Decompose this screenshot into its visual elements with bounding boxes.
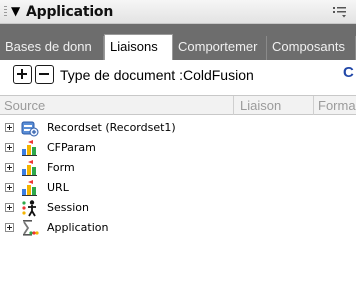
tree-row-form[interactable]: Form: [0, 158, 356, 178]
tab-composants[interactable]: Composants: [267, 36, 356, 60]
panel-options-icon[interactable]: [333, 6, 347, 18]
cfparam-icon: [22, 140, 37, 156]
expand-icon[interactable]: [5, 203, 14, 212]
expand-icon[interactable]: [5, 223, 14, 232]
tree-row-application[interactable]: Application: [0, 218, 356, 238]
bindings-tree: Recordset (Recordset1) CFParam Form URL …: [0, 116, 356, 292]
tree-row-url[interactable]: URL: [0, 178, 356, 198]
form-icon: [22, 160, 37, 176]
column-liaison[interactable]: Liaison: [240, 98, 310, 113]
column-source[interactable]: Source: [4, 98, 232, 113]
tree-label: Recordset (Recordset1): [47, 121, 176, 134]
tree-row-cfparam[interactable]: CFParam: [0, 138, 356, 158]
tree-label: Form: [47, 161, 75, 174]
tab-liaisons[interactable]: Liaisons: [104, 34, 173, 60]
panel-title[interactable]: Application: [26, 4, 113, 20]
expand-icon[interactable]: [5, 143, 14, 152]
document-type-label[interactable]: Type de document :ColdFusion: [60, 67, 254, 83]
recordset-icon: [21, 121, 39, 137]
tree-label: URL: [47, 181, 69, 194]
expand-icon[interactable]: [5, 123, 14, 132]
triangle-down-icon[interactable]: ▼: [11, 4, 20, 18]
remove-binding-button[interactable]: [35, 65, 54, 84]
expand-icon[interactable]: [5, 183, 14, 192]
tree-label: Session: [47, 201, 89, 214]
column-divider[interactable]: [313, 96, 314, 115]
application-icon: [23, 220, 39, 236]
expand-icon[interactable]: [5, 163, 14, 172]
tree-label: CFParam: [47, 141, 96, 154]
tab-strip: Bases de donn Liaisons Comportemer Compo…: [0, 24, 356, 60]
column-header: Source Liaison Forma: [0, 95, 356, 115]
toolbar: Type de document :ColdFusion C: [0, 60, 356, 90]
tree-row-session[interactable]: Session: [0, 198, 356, 218]
tab-comportements[interactable]: Comportemer: [173, 36, 267, 60]
add-binding-button[interactable]: [13, 65, 32, 84]
refresh-icon[interactable]: C: [343, 64, 354, 81]
tree-row-recordset[interactable]: Recordset (Recordset1): [0, 118, 356, 138]
column-format[interactable]: Forma: [318, 98, 356, 113]
grip-handle-icon[interactable]: [4, 6, 7, 18]
session-icon: [22, 200, 36, 217]
tree-label: Application: [47, 221, 109, 234]
column-divider[interactable]: [233, 96, 234, 115]
url-icon: [22, 180, 37, 196]
tab-bases-de-donnees[interactable]: Bases de donn: [0, 36, 104, 60]
panel-header[interactable]: ▼ Application: [0, 0, 356, 24]
